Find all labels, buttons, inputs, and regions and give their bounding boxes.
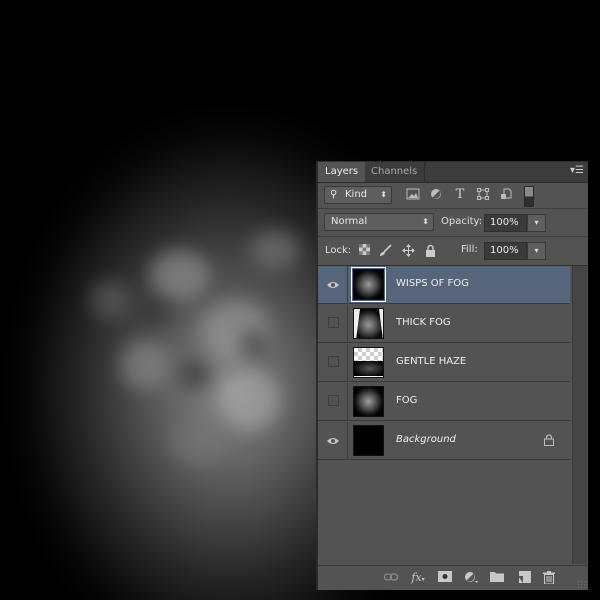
opacity-label: Opacity:: [441, 216, 483, 227]
mask-shape: [354, 309, 383, 338]
opacity-input[interactable]: 100%: [484, 214, 527, 232]
updown-arrows-icon: ⬍: [422, 217, 429, 226]
fill-dropdown-button[interactable]: ▾: [527, 242, 546, 260]
blend-mode-select[interactable]: Normal ⬍: [324, 213, 434, 231]
layer-thumbnail[interactable]: [353, 425, 384, 456]
adjustment-filter-icon[interactable]: [429, 188, 443, 202]
resize-grip[interactable]: [577, 580, 585, 588]
layer-row-wisps-of-fog[interactable]: WISPS OF FOG: [318, 266, 570, 304]
layer-name[interactable]: WISPS OF FOG: [396, 278, 469, 289]
panel-menu-icon[interactable]: ▾☰: [570, 165, 584, 176]
layer-name[interactable]: GENTLE HAZE: [396, 356, 466, 367]
lock-label: Lock:: [325, 245, 352, 256]
lock-transparent-icon[interactable]: [358, 244, 370, 258]
fill-label: Fill:: [461, 244, 478, 255]
filter-kind-label: Kind: [345, 189, 368, 200]
visibility-off-box: [328, 317, 339, 328]
layer-thumbnail[interactable]: [353, 386, 384, 417]
fx-icon[interactable]: fx▾: [411, 571, 425, 585]
visibility-off-box: [328, 356, 339, 367]
delete-icon[interactable]: [542, 571, 556, 585]
visibility-toggle[interactable]: [318, 305, 348, 343]
layer-list: WISPS OF FOG THICK FOG GENTLE HAZE FOG B…: [318, 266, 570, 564]
layers-scrollbar[interactable]: [572, 266, 587, 564]
layer-name[interactable]: FOG: [396, 395, 417, 406]
shape-filter-icon[interactable]: [476, 188, 490, 202]
layer-row-gentle-haze[interactable]: GENTLE HAZE: [318, 344, 570, 382]
layer-thumbnail[interactable]: [353, 308, 384, 339]
tab-channels[interactable]: Channels: [364, 162, 426, 182]
search-icon: ⚲: [330, 189, 338, 200]
filter-toggle-icon[interactable]: [524, 186, 534, 207]
eye-icon: [327, 282, 339, 288]
lock-image-icon[interactable]: [379, 244, 392, 258]
lock-all-icon[interactable]: [424, 244, 436, 258]
layer-lock-icon: [544, 434, 554, 446]
panel-footer: fx▾: [318, 565, 588, 590]
opacity-dropdown-button[interactable]: ▾: [527, 214, 546, 232]
new-layer-icon[interactable]: [517, 571, 531, 585]
layer-name[interactable]: Background: [396, 434, 456, 445]
layer-name[interactable]: THICK FOG: [396, 317, 451, 328]
blend-row: Normal ⬍ Opacity: 100% ▾: [318, 209, 588, 237]
layer-row-background[interactable]: Background: [318, 422, 570, 460]
filter-row: ⚲ Kind ⬍ T: [318, 183, 588, 209]
visibility-toggle[interactable]: [318, 383, 348, 421]
filter-kind-select[interactable]: ⚲ Kind ⬍: [324, 186, 392, 204]
lock-position-icon[interactable]: [402, 244, 415, 258]
visibility-toggle[interactable]: [318, 422, 348, 460]
panel-tab-bar: Layers Channels ▾☰: [318, 162, 588, 183]
new-group-icon[interactable]: [490, 571, 504, 585]
layer-row-thick-fog[interactable]: THICK FOG: [318, 305, 570, 343]
blend-mode-value: Normal: [331, 216, 368, 227]
updown-arrows-icon: ⬍: [380, 190, 387, 199]
type-filter-icon[interactable]: T: [453, 188, 467, 202]
layer-thumbnail[interactable]: [351, 267, 386, 302]
layers-panel: Layers Channels ▾☰ ⚲ Kind ⬍ T Normal ⬍ O…: [316, 161, 588, 590]
adjustment-layer-icon[interactable]: [464, 571, 478, 585]
fill-input[interactable]: 100%: [484, 242, 527, 260]
layer-row-fog[interactable]: FOG: [318, 383, 570, 421]
lock-row: Lock: Fill: 100% ▾: [318, 237, 588, 266]
layer-thumbnail[interactable]: [353, 347, 384, 378]
tab-layers[interactable]: Layers: [318, 162, 366, 182]
eye-icon: [327, 438, 339, 444]
visibility-toggle[interactable]: [318, 266, 348, 304]
link-layers-icon[interactable]: [383, 571, 399, 585]
visibility-toggle[interactable]: [318, 344, 348, 382]
smart-object-filter-icon[interactable]: [499, 188, 513, 202]
visibility-off-box: [328, 395, 339, 406]
pixel-filter-icon[interactable]: [406, 188, 420, 202]
add-mask-icon[interactable]: [438, 571, 452, 585]
